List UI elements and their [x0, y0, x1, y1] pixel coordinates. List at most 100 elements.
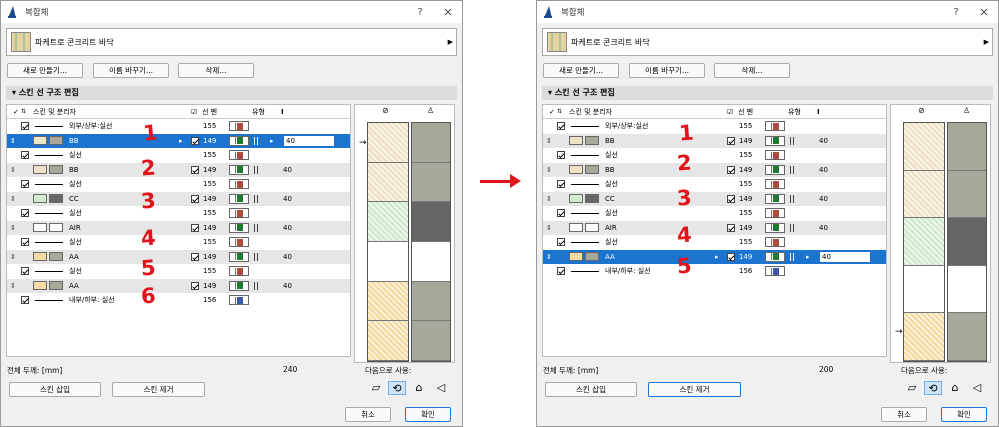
thickness-value[interactable]: 40 [283, 250, 292, 265]
pen-color-box[interactable] [765, 164, 785, 175]
checkbox[interactable] [191, 223, 199, 232]
skin-type-icon[interactable] [790, 221, 802, 236]
drag-handle-icon[interactable]: ⇕ [546, 221, 552, 236]
composite-selector[interactable]: 파케트로 콘크리트 바닥 ▶ [542, 28, 993, 56]
drag-handle-icon[interactable]: ⇕ [546, 192, 552, 207]
checkbox[interactable] [21, 151, 29, 160]
drag-handle-icon[interactable]: ⇕ [546, 250, 552, 265]
pen-checkbox[interactable] [191, 192, 199, 207]
pen-checkbox[interactable] [191, 279, 199, 294]
wall-structure-icon[interactable]: ▱ [903, 381, 921, 395]
pen-checkbox[interactable] [191, 163, 199, 178]
checkbox[interactable] [21, 122, 29, 131]
thickness-value[interactable]: 40 [819, 163, 828, 178]
pen-color[interactable] [765, 134, 785, 149]
ok-button[interactable]: 확인 [405, 407, 451, 422]
pen-checkbox[interactable] [727, 163, 735, 178]
pen-color-box[interactable] [229, 150, 249, 161]
pen-color[interactable] [229, 163, 249, 178]
separator-row[interactable]: 실선 155 [543, 177, 886, 192]
chevron-right-icon[interactable]: ▸ [715, 250, 719, 265]
pen-color-box[interactable] [765, 135, 785, 146]
pen-color[interactable] [765, 235, 785, 250]
delete-button[interactable]: 삭제... [178, 63, 254, 78]
pen-color[interactable] [229, 293, 249, 308]
drag-handle-icon[interactable]: ⇕ [10, 192, 16, 207]
pen-color[interactable] [765, 192, 785, 207]
checkbox[interactable] [21, 267, 29, 276]
checkbox[interactable] [191, 252, 199, 261]
skin-row[interactable]: ⇕ AA 149 40 [7, 249, 350, 265]
chevron-right-icon[interactable]: ▸ [179, 134, 183, 149]
cancel-button[interactable]: 취소 [345, 407, 391, 422]
drag-handle-icon[interactable]: ⇕ [10, 221, 16, 236]
delete-button[interactable]: 삭제... [714, 63, 790, 78]
close-button[interactable]: ✕ [970, 6, 998, 19]
line-checkbox[interactable] [557, 206, 565, 221]
line-checkbox[interactable] [21, 235, 29, 250]
line-checkbox[interactable] [557, 235, 565, 250]
composite-selector[interactable]: 파케트로 콘크리트 바닥 ▶ [6, 28, 457, 56]
pen-color[interactable] [229, 119, 249, 134]
separator-row[interactable]: 내부/하부: 실선 156 [543, 264, 886, 279]
skin-type-icon[interactable] [790, 192, 802, 207]
new-button[interactable]: 새로 만들기... [7, 63, 83, 78]
pen-color[interactable] [229, 235, 249, 250]
section-header[interactable]: ▾ 스킨 선 구조 편집 [542, 86, 993, 100]
pen-color-box[interactable] [229, 208, 249, 219]
line-checkbox[interactable] [557, 264, 565, 279]
checkbox[interactable] [191, 136, 199, 145]
pen-color-box[interactable] [229, 121, 249, 132]
thickness-value[interactable]: 40 [819, 250, 871, 263]
line-checkbox[interactable] [21, 177, 29, 192]
pen-color[interactable] [229, 192, 249, 207]
separator-row[interactable]: 실선 155 [543, 235, 886, 250]
shell-structure-icon[interactable]: ◁ [432, 381, 450, 395]
separator-row[interactable]: 외부/상부:실선 155 [543, 119, 886, 134]
pen-checkbox[interactable] [727, 192, 735, 207]
checkbox[interactable] [557, 151, 565, 160]
drag-handle-icon[interactable]: ⇕ [10, 134, 16, 149]
pen-color-box[interactable] [229, 266, 249, 277]
skin-type-icon[interactable] [254, 279, 266, 294]
rename-button[interactable]: 이름 바꾸기... [629, 63, 705, 78]
section-header[interactable]: ▾ 스킨 선 구조 편집 [6, 86, 457, 100]
skin-row[interactable]: ⇕ BB 149 40 [7, 162, 350, 178]
cancel-button[interactable]: 취소 [881, 407, 927, 422]
pen-color[interactable] [765, 264, 785, 279]
pen-color[interactable] [765, 206, 785, 221]
pen-color-box[interactable] [765, 222, 785, 233]
separator-row[interactable]: 실선 155 [543, 148, 886, 163]
skin-type-icon[interactable] [254, 250, 266, 265]
checkbox[interactable] [21, 180, 29, 189]
pen-color[interactable] [765, 148, 785, 163]
pen-color-box[interactable] [229, 251, 249, 262]
pen-color[interactable] [229, 250, 249, 265]
line-checkbox[interactable] [21, 264, 29, 279]
separator-row[interactable]: 실선 155 [7, 264, 350, 279]
skin-row[interactable]: ⇕ AIR 149 40 [7, 220, 350, 236]
checkbox[interactable] [727, 223, 735, 232]
pen-checkbox[interactable] [191, 134, 199, 149]
line-checkbox[interactable] [21, 148, 29, 163]
checkbox[interactable] [557, 180, 565, 189]
pen-color-box[interactable] [229, 222, 249, 233]
pen-color[interactable] [229, 148, 249, 163]
checkbox[interactable] [191, 281, 199, 290]
checkbox[interactable] [557, 122, 565, 131]
pen-color-box[interactable] [765, 251, 785, 262]
slab-structure-icon[interactable]: ⟲ [924, 381, 942, 395]
check-all-icon[interactable]: ✓ [13, 105, 19, 118]
slab-structure-icon[interactable]: ⟲ [388, 381, 406, 395]
line-checkbox[interactable] [557, 148, 565, 163]
pen-color[interactable] [765, 177, 785, 192]
separator-row[interactable]: 내부/하부: 실선 156 [7, 293, 350, 308]
skin-type-icon[interactable] [790, 134, 802, 149]
drag-handle-icon[interactable]: ⇕ [10, 163, 16, 178]
skin-row[interactable]: ⇕ CC 149 40 [543, 191, 886, 207]
skin-row[interactable]: ⇕ BB ▸ 149 ▸ 40 [7, 133, 350, 149]
pen-color-box[interactable] [765, 150, 785, 161]
checkbox[interactable] [727, 252, 735, 261]
thickness-value[interactable]: 40 [283, 134, 335, 147]
pen-color[interactable] [229, 264, 249, 279]
